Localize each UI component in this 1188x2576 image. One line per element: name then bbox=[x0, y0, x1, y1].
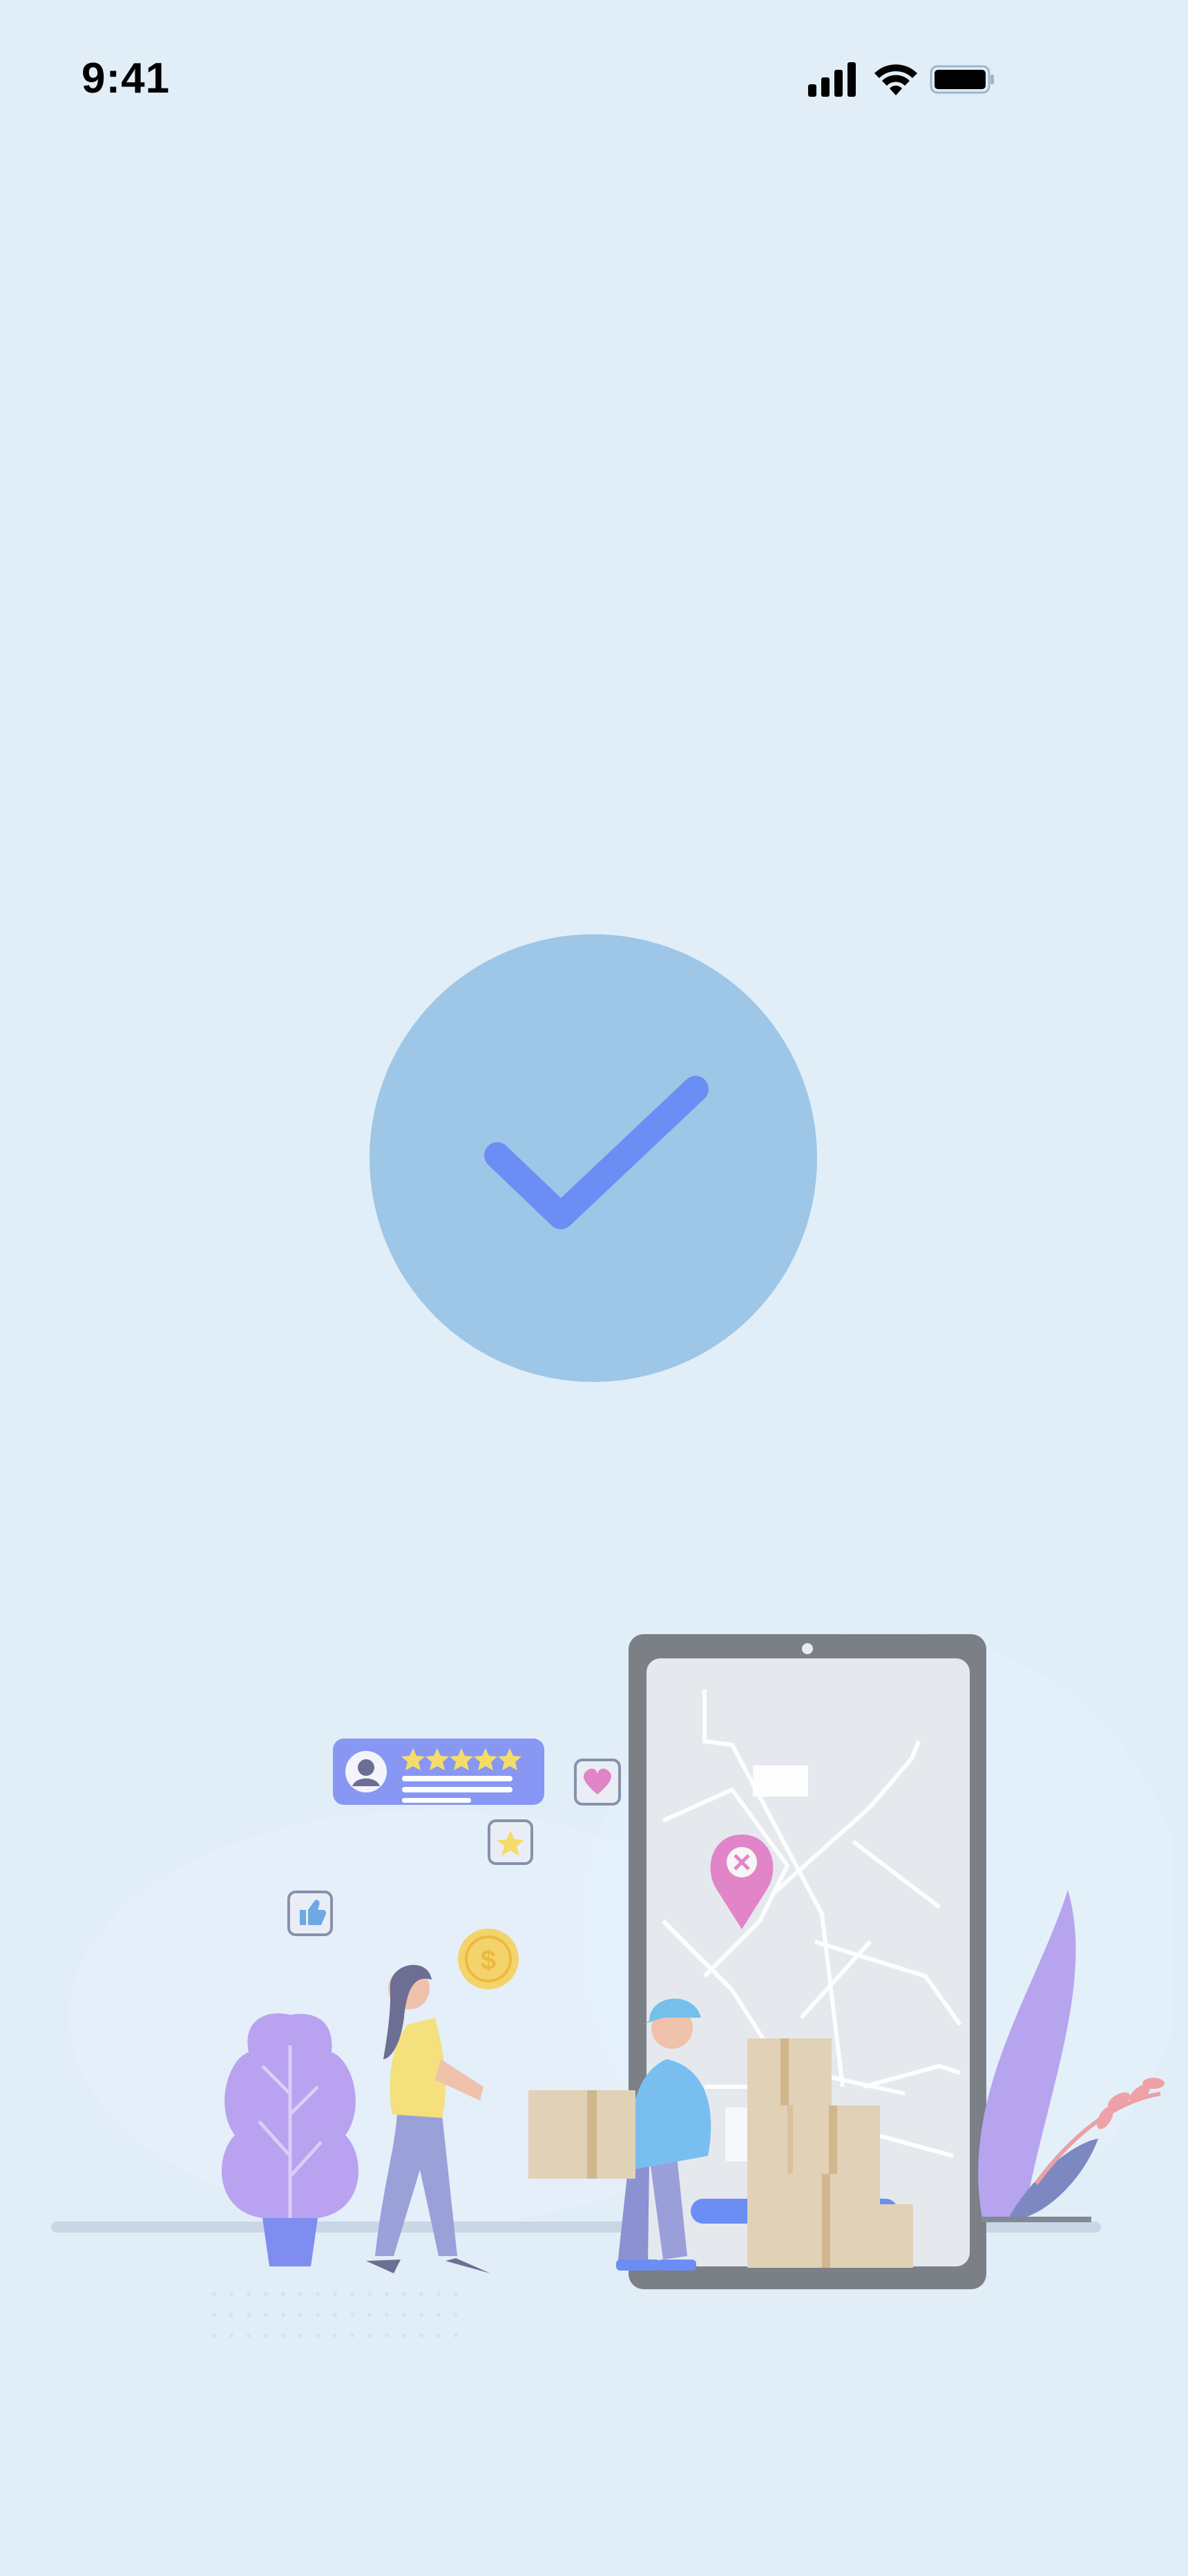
coin-icon: $ bbox=[458, 1929, 519, 1989]
delivery-illustration: $ bbox=[41, 1493, 1188, 2391]
status-time: 9:41 bbox=[82, 55, 171, 102]
status-bar: 9:41 bbox=[0, 0, 1188, 159]
package-box bbox=[528, 2090, 635, 2179]
confirmation-screen: { "status_bar": { "time": "9:41", "icons… bbox=[0, 0, 1188, 2576]
wifi-icon bbox=[872, 61, 919, 98]
heart-icon bbox=[574, 1759, 621, 1806]
rating-card bbox=[333, 1739, 544, 1805]
success-badge bbox=[370, 934, 817, 1382]
checkmark-icon bbox=[484, 1076, 709, 1229]
status-icons bbox=[808, 61, 995, 98]
signal-icon bbox=[808, 61, 856, 98]
thumbs-up-icon bbox=[287, 1891, 333, 1936]
dot-grid bbox=[212, 2292, 458, 2338]
star-icon bbox=[488, 1819, 533, 1865]
svg-text:$: $ bbox=[481, 1945, 496, 1976]
battery-icon bbox=[930, 61, 995, 98]
